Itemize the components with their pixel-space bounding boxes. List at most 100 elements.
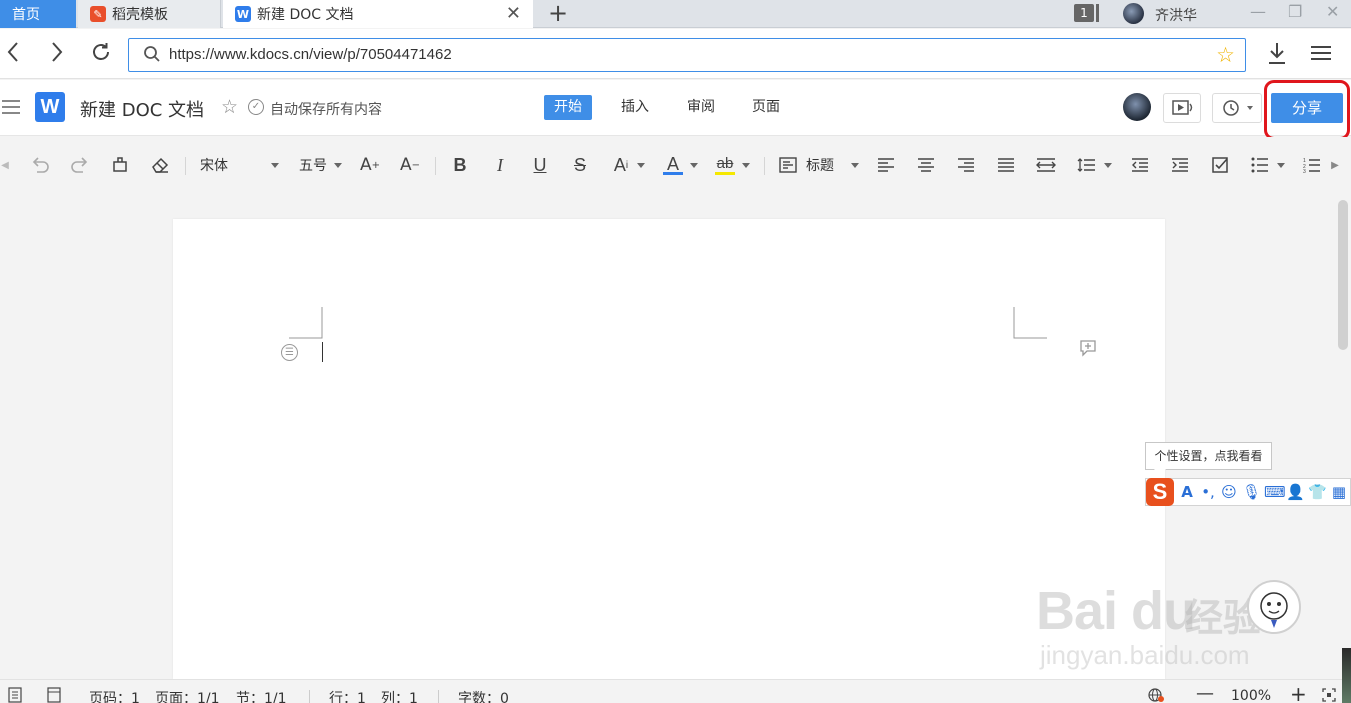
favorite-star-icon[interactable]: ☆ xyxy=(221,96,238,118)
line-spacing-dropdown-icon[interactable] xyxy=(1104,163,1112,168)
crop-mark-top-right xyxy=(1013,307,1047,339)
baidu-watermark-text: Bai du xyxy=(1036,581,1196,641)
sogou-ime-logo-icon[interactable]: S xyxy=(1146,478,1174,506)
font-name-select[interactable]: 宋体 xyxy=(200,154,260,176)
zoom-out-button[interactable]: — xyxy=(1196,683,1214,703)
tab-insert[interactable]: 插入 xyxy=(611,95,659,120)
underline-icon[interactable]: U xyxy=(529,154,551,176)
numbered-list-icon[interactable]: 123 xyxy=(1301,154,1323,176)
tab-home-label: 首页 xyxy=(12,7,40,23)
outline-view-icon[interactable] xyxy=(8,687,22,703)
ime-voice-mic-icon[interactable]: 🎙 xyxy=(1242,483,1261,501)
word-count-status[interactable]: 字数：0 xyxy=(458,688,509,703)
style-select[interactable]: 标题 xyxy=(803,154,837,176)
tab-new-doc[interactable]: W 新建 DOC 文档 ✕ xyxy=(223,0,533,28)
paragraph-handle-icon[interactable]: ☰ xyxy=(281,344,298,361)
tab-start[interactable]: 开始 xyxy=(544,95,592,120)
document-title[interactable]: 新建 DOC 文档 xyxy=(80,96,204,122)
highlight-dropdown-icon[interactable] xyxy=(742,163,750,168)
line-spacing-icon[interactable] xyxy=(1075,154,1097,176)
clear-format-eraser-icon[interactable] xyxy=(148,154,172,176)
format-painter-icon[interactable] xyxy=(108,154,132,176)
align-left-icon[interactable] xyxy=(875,154,897,176)
reload-icon[interactable] xyxy=(90,41,112,69)
bullet-list-dropdown-icon[interactable] xyxy=(1277,163,1285,168)
back-arrow-icon[interactable] xyxy=(6,41,20,69)
style-dropdown-icon[interactable] xyxy=(851,163,859,168)
tab-page[interactable]: 页面 xyxy=(742,95,790,120)
tab-review[interactable]: 审阅 xyxy=(677,95,725,120)
add-comment-icon[interactable] xyxy=(1079,339,1097,357)
new-tab-button[interactable]: + xyxy=(548,0,568,28)
bold-icon[interactable]: B xyxy=(449,154,471,176)
close-tab-icon[interactable]: ✕ xyxy=(506,3,521,24)
strikethrough-icon[interactable]: S xyxy=(569,154,591,176)
close-window-icon[interactable]: ✕ xyxy=(1326,2,1339,21)
ime-skin-shirt-icon[interactable]: 👕 xyxy=(1308,483,1327,501)
wps-logo-icon[interactable]: W xyxy=(35,92,65,122)
address-bar[interactable]: https://www.kdocs.cn/view/p/70504471462 … xyxy=(128,38,1246,72)
ime-user-icon[interactable]: 👤 xyxy=(1286,483,1305,501)
pages-status[interactable]: 页面：1/1 xyxy=(155,688,220,703)
hamburger-menu-icon[interactable] xyxy=(2,100,20,114)
align-center-icon[interactable] xyxy=(915,154,937,176)
highlight-color-icon[interactable]: ab xyxy=(714,154,736,176)
checkbox-list-icon[interactable] xyxy=(1209,154,1231,176)
tab-daoke-templates[interactable]: ✎ 稻壳模板 xyxy=(78,0,221,28)
section-status[interactable]: 节：1/1 xyxy=(236,688,287,703)
justify-icon[interactable] xyxy=(995,154,1017,176)
align-right-icon[interactable] xyxy=(955,154,977,176)
superscript-dropdown-icon[interactable] xyxy=(637,163,645,168)
font-color-icon[interactable]: A xyxy=(662,154,684,176)
font-color-dropdown-icon[interactable] xyxy=(690,163,698,168)
superscript-icon[interactable]: Ai xyxy=(609,154,633,176)
language-globe-icon[interactable] xyxy=(1147,687,1165,703)
font-name-dropdown-icon[interactable] xyxy=(271,163,279,168)
browser-user-name[interactable]: 齐洪华 xyxy=(1155,5,1197,25)
browser-menu-icon[interactable] xyxy=(1311,45,1331,61)
zoom-level[interactable]: 100% xyxy=(1231,688,1271,703)
zoom-in-button[interactable]: + xyxy=(1290,682,1307,703)
italic-icon[interactable]: I xyxy=(489,154,511,176)
undo-icon[interactable] xyxy=(28,154,52,176)
ime-punctuation-icon[interactable]: •, xyxy=(1199,483,1217,501)
ime-toolbox-grid-icon[interactable]: ▦ xyxy=(1330,483,1348,501)
history-button[interactable] xyxy=(1212,93,1262,123)
increase-font-size-icon[interactable]: A + xyxy=(358,154,382,176)
style-icon[interactable] xyxy=(778,154,798,176)
decrease-font-size-icon[interactable]: A − xyxy=(398,154,422,176)
bookmark-star-icon[interactable]: ☆ xyxy=(1216,43,1235,67)
url-text[interactable]: https://www.kdocs.cn/view/p/70504471462 xyxy=(169,46,452,63)
bullet-list-icon[interactable] xyxy=(1249,154,1271,176)
distributed-align-icon[interactable] xyxy=(1035,154,1057,176)
present-button[interactable] xyxy=(1163,93,1201,123)
ime-tooltip[interactable]: 个性设置，点我看看 xyxy=(1145,442,1272,476)
page-number-status[interactable]: 页码：1 xyxy=(89,688,140,703)
fit-screen-icon[interactable] xyxy=(1322,687,1336,703)
restore-window-icon[interactable]: ❐ xyxy=(1288,2,1302,21)
vertical-scrollbar[interactable] xyxy=(1338,200,1348,350)
ime-keyboard-icon[interactable]: ⌨ xyxy=(1264,483,1286,501)
toolbar-separator xyxy=(185,157,186,175)
ime-chinese-mode-icon[interactable]: A xyxy=(1178,483,1196,501)
forward-arrow-icon[interactable] xyxy=(50,41,64,69)
browser-user-avatar[interactable] xyxy=(1123,3,1144,24)
download-icon[interactable] xyxy=(1266,41,1288,65)
tab-home[interactable]: 首页 xyxy=(0,0,76,28)
toolbar-scroll-right-icon[interactable]: ▶ xyxy=(1330,154,1340,176)
collaborator-avatar[interactable] xyxy=(1123,93,1151,121)
redo-icon[interactable] xyxy=(68,154,92,176)
history-clock-icon xyxy=(1223,100,1253,116)
tab-count-badge[interactable]: 1 xyxy=(1074,4,1094,22)
ime-emoji-icon[interactable]: ☺ xyxy=(1220,483,1238,501)
status-separator xyxy=(309,690,310,703)
toolbar-scroll-left-icon[interactable]: ◀ xyxy=(0,154,10,176)
document-page[interactable]: ☰ xyxy=(173,219,1165,679)
decrease-indent-icon[interactable] xyxy=(1129,154,1151,176)
page-view-icon[interactable] xyxy=(47,687,61,703)
font-size-dropdown-icon[interactable] xyxy=(334,163,342,168)
save-status-check-icon: ✓ xyxy=(248,99,264,115)
increase-indent-icon[interactable] xyxy=(1169,154,1191,176)
minimize-window-icon[interactable]: — xyxy=(1250,2,1266,21)
font-size-select[interactable]: 五号 xyxy=(295,154,331,176)
